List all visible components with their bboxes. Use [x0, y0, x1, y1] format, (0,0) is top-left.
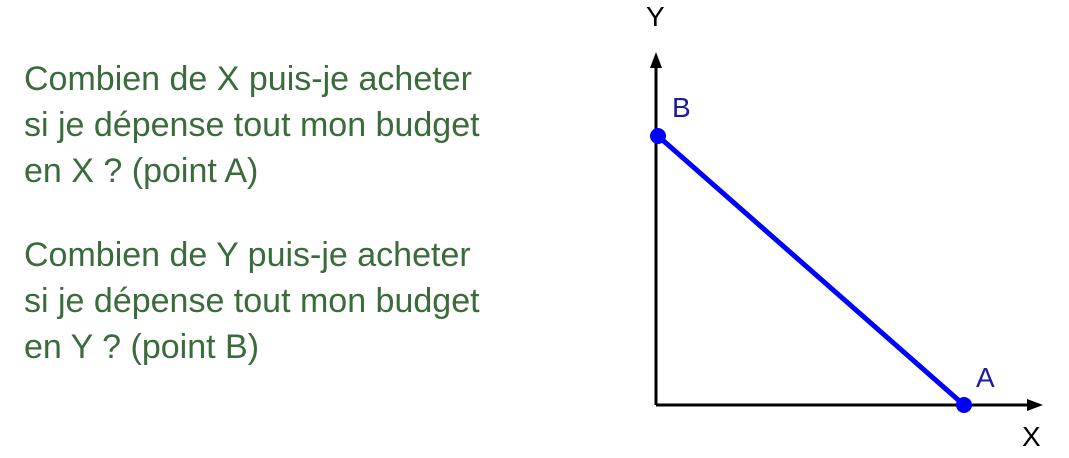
budget-constraint-diagram: Y X B A	[646, 1, 1043, 452]
point-b-marker	[650, 128, 666, 144]
point-a-marker	[956, 397, 972, 413]
y-axis-arrowhead	[650, 52, 662, 68]
point-a-label: A	[976, 362, 995, 393]
point-b-label: B	[672, 92, 691, 123]
x-axis-label: X	[1022, 421, 1041, 452]
x-axis-arrowhead	[1027, 399, 1043, 411]
budget-line	[656, 134, 966, 407]
y-axis-label: Y	[646, 1, 665, 32]
